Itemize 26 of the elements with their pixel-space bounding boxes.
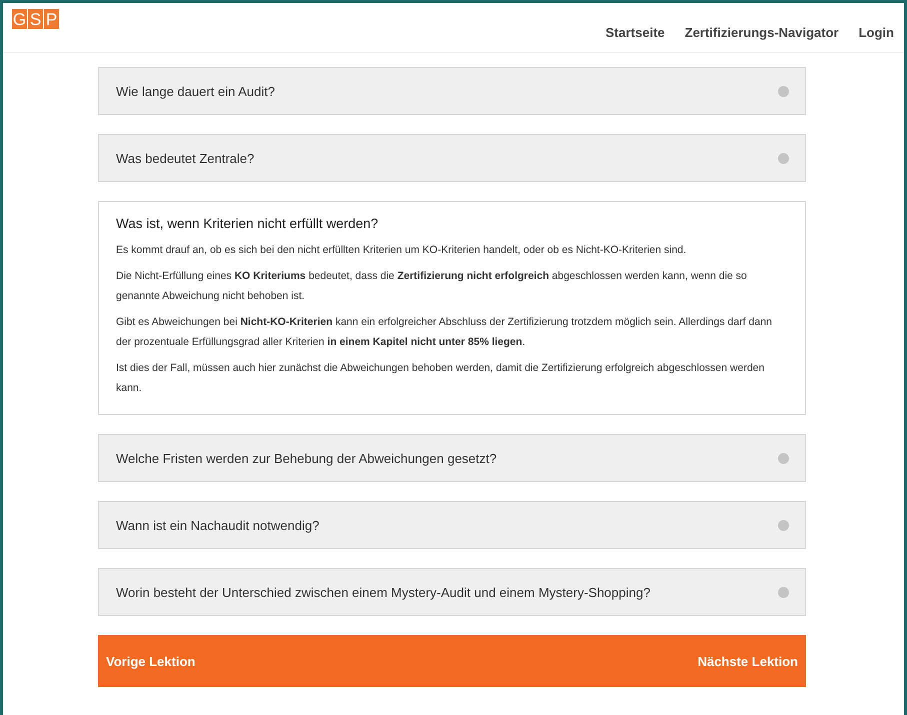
logo-letter: G	[12, 9, 27, 29]
expand-icon	[778, 586, 789, 598]
nav-link[interactable]: Zertifizierungs-Navigator	[684, 25, 839, 40]
faq-question: Wie lange dauert ein Audit?	[116, 84, 275, 98]
answer-paragraph: Die Nicht-Erfüllung eines KO Kriteriums bedeutet, dass die Zertifizierung nicht erfolgreich abgeschlossen werden kann, wenn die so genannte Abweichung nicht behoben ist.	[116, 269, 748, 304]
logo-letter: P	[44, 9, 59, 29]
faq-item[interactable]: Worin besteht der Unterschied zwischen einem Mystery-Audit und einem Mystery-Shopping?	[98, 568, 806, 616]
faq-item[interactable]: Was bedeutet Zentrale?	[98, 134, 806, 182]
faq-item[interactable]: Wie lange dauert ein Audit?	[98, 67, 806, 115]
nav-link[interactable]: Login	[858, 25, 894, 40]
expand-icon	[778, 86, 789, 96]
expand-icon	[778, 152, 789, 164]
answer-paragraph: Ist dies der Fall, müssen auch hier zunächst die Abweichungen behoben werden, damit die Zertifizierung erfolgreich abgeschlossen werden kann.	[116, 361, 766, 396]
faq-question: Wann ist ein Nachaudit notwendig?	[116, 518, 320, 532]
answer-paragraph: Gibt es Abweichungen bei Nicht-KO-Kriterien kann ein erfolgreicher Abschluss der Zertifizierung trotzdem möglich sein. Allerdings darf dann der prozentuale Erfüllungsgrad aller Kriterien in einem Kapitel nicht unter 85% liegen.	[116, 315, 774, 350]
faq-question: Welche Fristen werden zur Behebung der Abweichungen gesetzt?	[116, 450, 497, 466]
faq-question[interactable]: Was ist, wenn Kriterien nicht erfüllt werden?	[116, 216, 788, 231]
faq-question: Worin besteht der Unterschied zwischen einem Mystery-Audit und einem Mystery-Shopping?	[116, 584, 650, 600]
faq-item[interactable]: Wann ist ein Nachaudit notwendig?	[98, 501, 806, 549]
nav-link[interactable]: Startseite	[606, 25, 665, 40]
answer-paragraph: Es kommt drauf an, ob es sich bei den nicht erfüllten Kriterien um KO-Kriterien handelt, oder ob es Nicht-KO-Kriterien sind.	[116, 243, 688, 258]
expand-icon	[778, 520, 789, 530]
faq-question: Was bedeutet Zentrale?	[116, 150, 254, 166]
expand-icon	[778, 452, 789, 464]
logo-letter: S	[28, 9, 43, 29]
faq-item[interactable]: Welche Fristen werden zur Behebung der Abweichungen gesetzt?	[98, 434, 806, 482]
